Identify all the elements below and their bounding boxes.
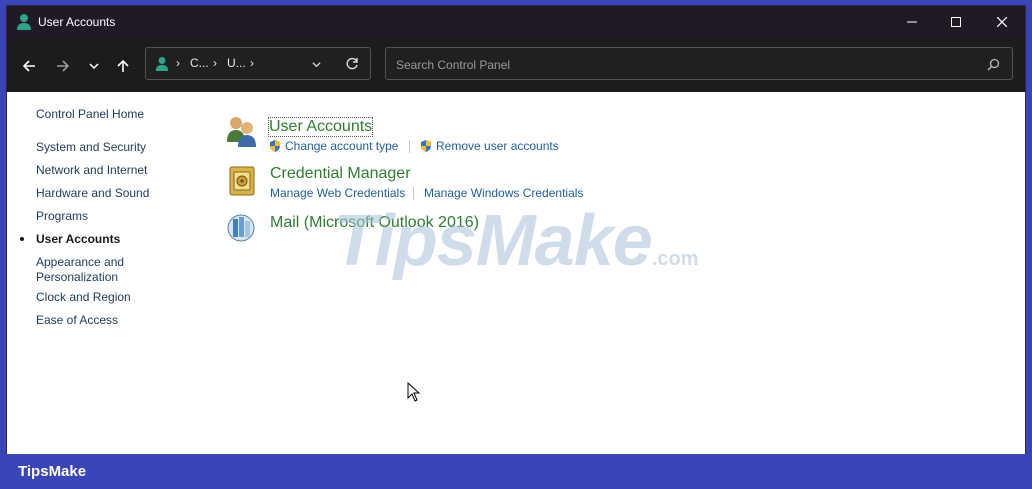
sidebar-item-control-panel-home[interactable]: Control Panel Home xyxy=(36,107,144,121)
sidebar-item-ease-of-access[interactable]: Ease of Access xyxy=(36,313,118,327)
breadcrumb-separator-icon: › xyxy=(176,56,180,70)
sidebar-item-hardware-and-sound[interactable]: Hardware and Sound xyxy=(36,186,149,200)
watermark: TipsMake.com xyxy=(333,200,699,282)
forward-arrow-icon xyxy=(57,60,70,72)
forward-button[interactable] xyxy=(52,55,74,77)
maximize-button[interactable] xyxy=(933,6,979,38)
watermark-domain: .com xyxy=(651,248,699,270)
sidebar-item-appearance[interactable]: Appearance and xyxy=(36,255,124,269)
mail-icon xyxy=(227,214,255,242)
sidebar-item-programs[interactable]: Programs xyxy=(36,209,88,223)
credential-vault-icon xyxy=(229,166,255,196)
uac-shield-icon xyxy=(270,140,280,152)
breadcrumb-separator-icon: › xyxy=(250,56,254,70)
active-item-bullet xyxy=(20,237,24,241)
change-account-type-link[interactable]: Change account type xyxy=(285,139,398,153)
users-icon xyxy=(227,117,256,147)
content-area: Control Panel Home System and Security N… xyxy=(7,92,1025,455)
refresh-icon[interactable] xyxy=(345,57,359,71)
minimize-icon xyxy=(907,21,917,23)
user-accounts-location-icon xyxy=(155,57,169,71)
close-icon xyxy=(997,17,1007,27)
control-panel-window: User Accounts › C... › U... › Search Con… xyxy=(6,5,1026,456)
minimize-button[interactable] xyxy=(889,6,935,38)
up-button[interactable] xyxy=(112,55,134,77)
sidebar-item-system-and-security[interactable]: System and Security xyxy=(36,140,146,154)
uac-shield-icon xyxy=(421,140,431,152)
sidebar-item-personalization[interactable]: Personalization xyxy=(36,270,118,284)
chevron-down-icon[interactable] xyxy=(311,59,322,70)
manage-web-credentials-link[interactable]: Manage Web Credentials xyxy=(270,186,405,200)
category-user-accounts[interactable]: User Accounts xyxy=(267,117,374,137)
watermark-text: TipsMake xyxy=(333,201,653,281)
title-bar[interactable]: User Accounts xyxy=(7,6,1025,38)
breadcrumb-separator-icon: › xyxy=(213,56,217,70)
back-button[interactable] xyxy=(18,55,40,77)
breadcrumb-user-accounts[interactable]: U... xyxy=(227,56,246,70)
recent-locations-button[interactable] xyxy=(83,55,105,77)
breadcrumb-control-panel[interactable]: C... xyxy=(190,56,209,70)
search-icon[interactable] xyxy=(987,58,1000,71)
link-separator xyxy=(409,140,410,153)
search-box[interactable] xyxy=(385,47,1013,80)
back-arrow-icon xyxy=(22,60,35,72)
footer-brand: TipsMake xyxy=(18,463,87,480)
up-arrow-icon xyxy=(117,59,129,72)
mouse-pointer-icon xyxy=(407,382,421,402)
category-credential-manager[interactable]: Credential Manager xyxy=(270,165,411,183)
address-bar[interactable]: › C... › U... › xyxy=(145,47,371,80)
maximize-icon xyxy=(951,17,961,27)
search-input[interactable] xyxy=(394,54,978,76)
window-title: User Accounts xyxy=(38,15,116,29)
user-accounts-app-icon xyxy=(17,14,31,30)
close-button[interactable] xyxy=(979,6,1025,38)
sidebar-item-user-accounts: User Accounts xyxy=(36,232,121,246)
link-separator xyxy=(413,187,414,200)
navigation-toolbar: › C... › U... › xyxy=(7,38,1025,92)
sidebar-item-network-and-internet[interactable]: Network and Internet xyxy=(36,163,147,177)
remove-user-accounts-link[interactable]: Remove user accounts xyxy=(436,139,559,153)
manage-windows-credentials-link[interactable]: Manage Windows Credentials xyxy=(424,186,583,200)
chevron-down-icon xyxy=(89,63,99,70)
sidebar-item-clock-and-region[interactable]: Clock and Region xyxy=(36,290,131,304)
footer-bar: TipsMake xyxy=(0,454,1032,489)
